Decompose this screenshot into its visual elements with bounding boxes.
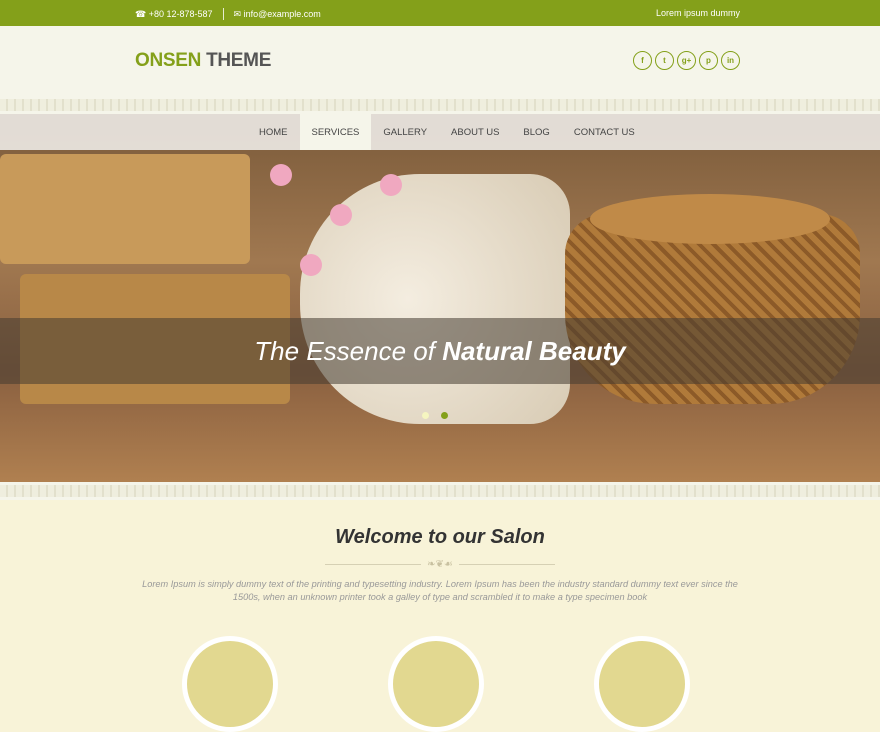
pinterest-icon[interactable]: p xyxy=(699,51,718,70)
welcome-section: Welcome to our Salon ❧❦☙ Lorem Ipsum is … xyxy=(0,500,880,732)
service-circle[interactable] xyxy=(182,636,278,732)
hero-image-soap xyxy=(0,154,250,264)
phone-number: +80 12-878-587 xyxy=(148,8,213,19)
ornament-divider: ❧❦☙ xyxy=(325,559,556,570)
logo-part1: ONSEN xyxy=(135,50,202,71)
email[interactable]: ✉ info@example.com xyxy=(234,9,321,20)
nav-home[interactable]: HOME xyxy=(247,114,300,150)
phone: ☎ +80 12-878-587 xyxy=(135,9,213,20)
social-links: f t g+ p in xyxy=(633,51,740,70)
nav-blog[interactable]: BLOG xyxy=(511,114,561,150)
hero-image-basket-lid xyxy=(590,194,830,244)
logo-part2: THEME xyxy=(206,50,272,71)
slider-dots xyxy=(422,412,448,419)
service-circle[interactable] xyxy=(594,636,690,732)
topbar-text: Lorem ipsum dummy xyxy=(656,8,741,18)
hero-image-flower xyxy=(270,164,292,186)
hero-image-flower xyxy=(380,174,402,196)
welcome-text: Lorem Ipsum is simply dummy text of the … xyxy=(142,579,738,602)
ornament-icon: ❧❦☙ xyxy=(427,559,453,570)
top-bar: ☎ +80 12-878-587 ✉ info@example.com Lore… xyxy=(0,0,880,26)
nav-gallery[interactable]: GALLERY xyxy=(371,114,439,150)
decorative-border xyxy=(0,96,880,114)
nav-contact-us[interactable]: CONTACT US xyxy=(562,114,647,150)
slider-dot[interactable] xyxy=(422,412,429,419)
nav-about-us[interactable]: ABOUT US xyxy=(439,114,511,150)
caption-bold: Natural Beauty xyxy=(442,336,626,366)
hero-caption: The Essence of Natural Beauty xyxy=(0,318,880,384)
hero-slider: HOME SERVICES GALLERY ABOUT US BLOG CONT… xyxy=(0,114,880,482)
slider-dot[interactable] xyxy=(441,412,448,419)
header: ONSEN THEME f t g+ p in xyxy=(0,26,880,96)
facebook-icon[interactable]: f xyxy=(633,51,652,70)
caption-light: The Essence of xyxy=(254,336,435,366)
welcome-title: Welcome to our Salon xyxy=(335,526,545,548)
divider xyxy=(222,8,224,20)
twitter-icon[interactable]: t xyxy=(655,51,674,70)
linkedin-icon[interactable]: in xyxy=(721,51,740,70)
email-icon: ✉ xyxy=(233,8,242,19)
service-circle[interactable] xyxy=(388,636,484,732)
hero-image-flower xyxy=(330,204,352,226)
hero-image-flower xyxy=(300,254,322,276)
decorative-border xyxy=(0,482,880,500)
main-nav: HOME SERVICES GALLERY ABOUT US BLOG CONT… xyxy=(0,114,880,150)
google-plus-icon[interactable]: g+ xyxy=(677,51,696,70)
email-address[interactable]: info@example.com xyxy=(244,9,321,19)
phone-icon: ☎ xyxy=(135,8,147,19)
nav-services[interactable]: SERVICES xyxy=(299,114,372,150)
logo[interactable]: ONSEN THEME xyxy=(135,50,271,72)
